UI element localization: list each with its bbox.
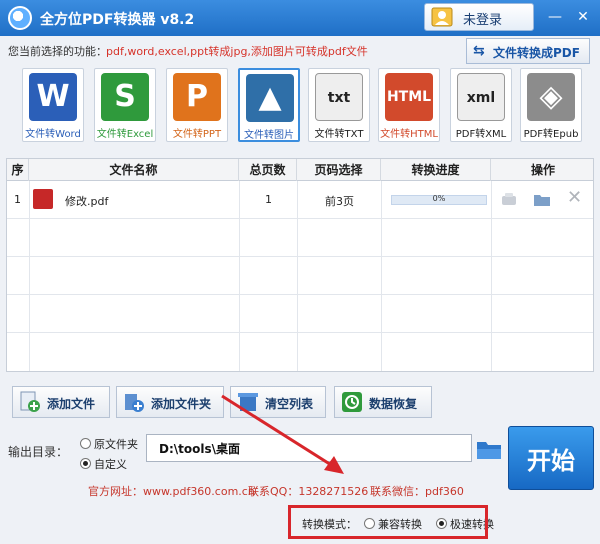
tool-label: 文件转HTML bbox=[380, 129, 438, 140]
tool-label: 文件转PPT bbox=[172, 129, 222, 140]
folder-icon[interactable] bbox=[533, 192, 551, 207]
tool-tile[interactable]: P 文件转PPT bbox=[166, 68, 228, 142]
to-pdf-label: 文件转换成PDF bbox=[493, 46, 580, 60]
title-bar: 全方位PDF转换器 v8.2 未登录 — ✕ bbox=[0, 0, 600, 36]
row-page-select[interactable]: 前3页 bbox=[325, 193, 354, 209]
user-icon bbox=[431, 7, 453, 27]
row-pages: 1 bbox=[265, 193, 272, 206]
output-label: 输出目录： bbox=[8, 445, 69, 459]
start-button[interactable]: 开始 bbox=[508, 426, 594, 490]
login-label: 未登录 bbox=[463, 13, 503, 28]
header-actions: 操作 bbox=[530, 163, 555, 177]
tool-icon: xml bbox=[457, 73, 505, 121]
tool-tile[interactable]: S 文件转Excel bbox=[94, 68, 156, 142]
tool-label: PDF转Epub bbox=[523, 129, 579, 140]
row-index: 1 bbox=[14, 193, 21, 206]
tool-tile[interactable]: HTML 文件转HTML bbox=[378, 68, 440, 142]
function-label: 您当前选择的功能： bbox=[8, 45, 107, 58]
swap-arrows-icon: ⇆ bbox=[473, 43, 485, 59]
delete-icon[interactable]: ✕ bbox=[567, 187, 582, 208]
pdf-file-icon bbox=[33, 189, 53, 209]
to-pdf-button[interactable]: ⇆ 文件转换成PDF bbox=[466, 38, 590, 64]
highlight-box bbox=[288, 505, 488, 539]
function-description: pdf,word,excel,ppt转成jpg,添加图片可转成pdf文件 bbox=[106, 45, 368, 58]
header-pages: 总页数 bbox=[239, 159, 297, 181]
close-window-icon[interactable]: ✕ bbox=[574, 8, 592, 26]
browse-folder-icon[interactable] bbox=[476, 438, 502, 460]
tool-icon: W bbox=[29, 73, 77, 121]
tool-icon: HTML bbox=[385, 73, 433, 121]
settings-icon[interactable] bbox=[501, 193, 517, 207]
table-row bbox=[7, 257, 593, 295]
add-folder-button[interactable]: 添加文件夹 bbox=[116, 386, 224, 418]
qq-text: 联系QQ：1328271526 bbox=[248, 485, 369, 498]
radio-original-folder[interactable] bbox=[80, 438, 91, 449]
wechat-text: 联系微信：pdf360 bbox=[370, 485, 464, 498]
tool-icon: ▲ bbox=[246, 74, 294, 122]
tool-icon: txt bbox=[315, 73, 363, 121]
table-row bbox=[7, 333, 593, 371]
header-progress: 转换进度 bbox=[381, 159, 491, 181]
tool-label: 文件转TXT bbox=[314, 129, 364, 140]
tool-icon: S bbox=[101, 73, 149, 121]
minimize-icon[interactable]: — bbox=[546, 8, 564, 26]
table-row[interactable]: 1 修改.pdf 1 前3页 0% ✕ bbox=[7, 181, 593, 219]
header-page-select: 页码选择 bbox=[297, 159, 381, 181]
tool-tile[interactable]: ◈ PDF转Epub bbox=[520, 68, 582, 142]
login-button[interactable]: 未登录 bbox=[424, 3, 534, 31]
app-title: 全方位PDF转换器 v8.2 bbox=[40, 12, 195, 28]
table-row bbox=[7, 295, 593, 333]
tool-label: 文件转Word bbox=[25, 129, 81, 140]
app-logo-icon bbox=[8, 6, 32, 30]
table-row bbox=[7, 219, 593, 257]
add-file-label: 添加文件 bbox=[47, 397, 96, 411]
tool-tile[interactable]: xml PDF转XML bbox=[450, 68, 512, 142]
data-recovery-label: 数据恢复 bbox=[369, 397, 418, 411]
header-index: 序 bbox=[7, 159, 29, 181]
row-progress-bar: 0% bbox=[391, 194, 487, 205]
tool-label: 文件转图片 bbox=[244, 130, 294, 141]
file-table: 序 文件名称 总页数 页码选择 转换进度 操作 1 修改.pdf 1 前3页 0… bbox=[6, 158, 594, 372]
radio-custom[interactable] bbox=[80, 458, 91, 469]
tool-tile[interactable]: ▲ 文件转图片 bbox=[238, 68, 300, 142]
tool-icon: P bbox=[173, 73, 221, 121]
row-filename: 修改.pdf bbox=[65, 195, 109, 208]
annotation-arrow bbox=[221, 394, 344, 474]
radio-original-label: 原文件夹 bbox=[94, 438, 138, 451]
progress-text: 0% bbox=[432, 194, 446, 203]
tool-icon: ◈ bbox=[527, 73, 575, 121]
header-filename: 文件名称 bbox=[29, 159, 239, 181]
add-file-button[interactable]: 添加文件 bbox=[12, 386, 110, 418]
table-header: 序 文件名称 总页数 页码选择 转换进度 操作 bbox=[7, 159, 593, 181]
add-folder-label: 添加文件夹 bbox=[151, 397, 212, 411]
tool-label: PDF转XML bbox=[455, 129, 507, 140]
tool-tile[interactable]: W 文件转Word bbox=[22, 68, 84, 142]
tool-label: 文件转Excel bbox=[96, 129, 154, 140]
radio-custom-label: 自定义 bbox=[94, 458, 127, 471]
website-text: 官方网址：www.pdf360.com.cn bbox=[88, 485, 255, 498]
add-folder-icon bbox=[125, 394, 144, 412]
tool-tile[interactable]: txt 文件转TXT bbox=[308, 68, 370, 142]
add-file-icon bbox=[20, 391, 40, 412]
